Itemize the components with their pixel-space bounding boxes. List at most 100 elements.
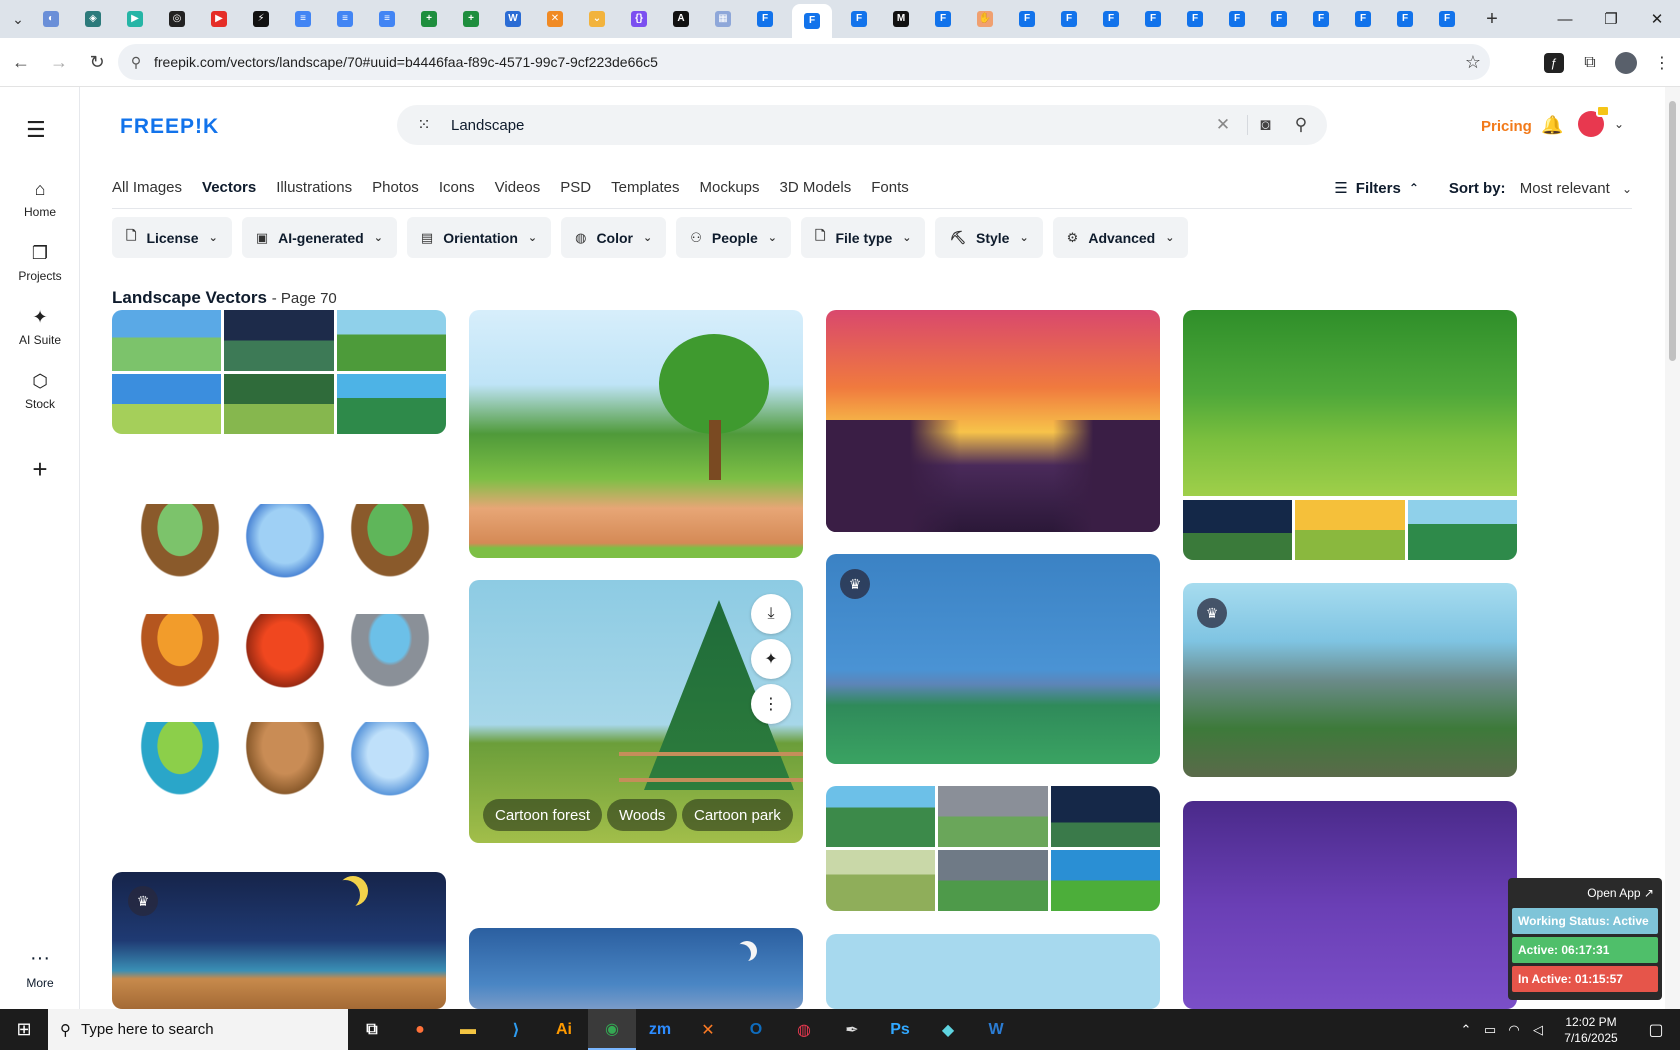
- search-bar[interactable]: ⁙ Landscape ✕ ◙ ⚲: [397, 105, 1327, 145]
- image-card-sky[interactable]: [826, 934, 1160, 1009]
- windows-start-icon[interactable]: ⊞: [0, 1009, 48, 1050]
- tab-freepik-8[interactable]: F: [1138, 0, 1168, 38]
- image-card-night-sky[interactable]: [469, 928, 803, 1009]
- tab-illustrations[interactable]: Illustrations: [276, 179, 352, 196]
- sidebar-item-more[interactable]: ··· More: [0, 947, 80, 990]
- more-options-icon[interactable]: ⋮: [751, 684, 791, 724]
- image-card-nature-collage[interactable]: [826, 786, 1160, 911]
- close-window-icon[interactable]: ✕: [1634, 0, 1680, 38]
- search-type-icon[interactable]: ⁙: [397, 115, 451, 135]
- zoom-taskbar-icon[interactable]: zm: [636, 1009, 684, 1050]
- tab-freepik-6[interactable]: F: [1054, 0, 1084, 38]
- hamburger-menu-icon[interactable]: ☰: [26, 117, 46, 143]
- tab-freepik-9[interactable]: F: [1180, 0, 1210, 38]
- tab-1[interactable]: ◐: [36, 0, 66, 38]
- tab-freepik-3[interactable]: F: [844, 0, 874, 38]
- sidebar-item-home[interactable]: ⌂ Home: [0, 179, 80, 219]
- image-card-floating-islands[interactable]: [112, 490, 446, 830]
- tab-4[interactable]: ◎: [162, 0, 192, 38]
- app-gem-taskbar-icon[interactable]: ◆: [924, 1009, 972, 1050]
- tab-3d-models[interactable]: 3D Models: [780, 179, 852, 196]
- word-taskbar-icon[interactable]: W: [972, 1009, 1020, 1050]
- tab-psd[interactable]: PSD: [560, 179, 591, 196]
- site-info-icon[interactable]: ⚲: [118, 54, 154, 71]
- tab-freepik-5[interactable]: F: [1012, 0, 1042, 38]
- profile-avatar-icon[interactable]: [1608, 45, 1644, 81]
- ai-edit-icon[interactable]: ✦: [751, 639, 791, 679]
- tab-16[interactable]: A: [666, 0, 696, 38]
- clear-search-icon[interactable]: ✕: [1205, 115, 1241, 135]
- add-icon[interactable]: +: [26, 455, 54, 483]
- tab-13[interactable]: ✕: [540, 0, 570, 38]
- pricing-link[interactable]: Pricing: [1481, 118, 1532, 135]
- camera-search-icon[interactable]: ◙: [1247, 115, 1283, 135]
- notifications-icon[interactable]: ▢: [1632, 1020, 1680, 1040]
- tab-3[interactable]: ▶: [120, 0, 150, 38]
- tab-12[interactable]: W: [498, 0, 528, 38]
- url-text[interactable]: freepik.com/vectors/landscape/70#uuid=b4…: [154, 54, 1456, 70]
- tab-sheets-2[interactable]: +: [456, 0, 486, 38]
- image-card-sunset-beach[interactable]: [826, 310, 1160, 532]
- restore-icon[interactable]: ❐: [1588, 0, 1634, 38]
- outlook-taskbar-icon[interactable]: O: [732, 1009, 780, 1050]
- tab-docs-3[interactable]: ≡: [372, 0, 402, 38]
- search-icon[interactable]: ⚲: [1283, 115, 1319, 135]
- filter-file-type[interactable]: 🗋 File type ⌄: [801, 217, 926, 258]
- tab-freepik-13[interactable]: F: [1348, 0, 1378, 38]
- tab-freepik-12[interactable]: F: [1306, 0, 1336, 38]
- scrollbar-thumb[interactable]: [1669, 101, 1676, 361]
- tab-freepik-10[interactable]: F: [1222, 0, 1252, 38]
- tab-freepik-11[interactable]: F: [1264, 0, 1294, 38]
- taskbar-search[interactable]: ⚲ Type here to search: [48, 1009, 348, 1050]
- bookmark-star-icon[interactable]: ☆: [1456, 52, 1490, 73]
- image-card-forest-collage[interactable]: [1183, 310, 1517, 560]
- filter-color[interactable]: ◍ Color ⌄: [561, 217, 667, 258]
- firefox-taskbar-icon[interactable]: ●: [396, 1009, 444, 1050]
- freepik-logo[interactable]: FREEP!K: [120, 115, 219, 139]
- sidebar-item-projects[interactable]: ❐ Projects: [0, 243, 80, 283]
- clock[interactable]: 12:02 PM 7/16/2025: [1550, 1014, 1632, 1046]
- wifi-icon[interactable]: ◠: [1502, 1022, 1526, 1038]
- avatar[interactable]: [1578, 105, 1610, 137]
- xampp-taskbar-icon[interactable]: ✕: [684, 1009, 732, 1050]
- filter-orientation[interactable]: ▤ Orientation ⌄: [406, 217, 552, 258]
- sort-dropdown[interactable]: Sort by: Most relevant ⌄: [1449, 180, 1632, 197]
- tab-youtube[interactable]: ▶: [204, 0, 234, 38]
- tab-sheets-1[interactable]: +: [414, 0, 444, 38]
- creative-cloud-taskbar-icon[interactable]: ◍: [780, 1009, 828, 1050]
- open-app-link[interactable]: Open App ↗: [1512, 882, 1658, 908]
- minimize-icon[interactable]: —: [1542, 0, 1588, 38]
- extensions-puzzle-icon[interactable]: ⧉: [1572, 45, 1608, 81]
- tab-videos[interactable]: Videos: [495, 179, 541, 196]
- sidebar-item-ai-suite[interactable]: ✦ AI Suite: [0, 307, 80, 347]
- filter-people[interactable]: ⚇ People ⌄: [676, 217, 791, 258]
- tab-icons[interactable]: Icons: [439, 179, 475, 196]
- extension-icon[interactable]: ƒ: [1544, 52, 1564, 73]
- volume-icon[interactable]: ◁: [1526, 1022, 1550, 1038]
- tab-search-menu-button[interactable]: ⌄: [0, 0, 36, 38]
- filter-license[interactable]: 🗋 License ⌄: [112, 217, 232, 258]
- tab-freepik-1[interactable]: F: [750, 0, 780, 38]
- tab-freepik-7[interactable]: F: [1096, 0, 1126, 38]
- image-card-forest[interactable]: ⤓ ✦ ⋮ Cartoon forest Woods Cartoon park: [469, 580, 803, 843]
- tab-docs-1[interactable]: ≡: [288, 0, 318, 38]
- image-card-mountain-meadow[interactable]: ♛: [826, 554, 1160, 764]
- tab-17[interactable]: ▦: [708, 0, 738, 38]
- image-card-night-beach[interactable]: ♛: [112, 872, 446, 1009]
- user-menu[interactable]: ⌄: [1578, 105, 1624, 137]
- tab-14[interactable]: ⌄: [582, 0, 612, 38]
- sidebar-item-stock[interactable]: ⬡ Stock: [0, 371, 80, 411]
- chrome-taskbar-icon[interactable]: ◉: [588, 1009, 636, 1050]
- pen-tool-taskbar-icon[interactable]: ✒: [828, 1009, 876, 1050]
- tab-2[interactable]: ◈: [78, 0, 108, 38]
- filters-toggle-button[interactable]: ☰ Filters ⌃: [1334, 179, 1419, 198]
- browser-menu-icon[interactable]: ⋮: [1644, 45, 1680, 81]
- back-button[interactable]: ←: [4, 45, 38, 79]
- filter-advanced[interactable]: ⚙ Advanced ⌄: [1052, 217, 1189, 258]
- file-explorer-taskbar-icon[interactable]: ▬: [444, 1009, 492, 1050]
- page-scrollbar[interactable]: [1665, 87, 1680, 1009]
- tab-freepik-14[interactable]: F: [1390, 0, 1420, 38]
- download-icon[interactable]: ⤓: [751, 594, 791, 634]
- network-icon[interactable]: ▭: [1478, 1022, 1502, 1038]
- image-card-landscape-collage[interactable]: [112, 310, 446, 434]
